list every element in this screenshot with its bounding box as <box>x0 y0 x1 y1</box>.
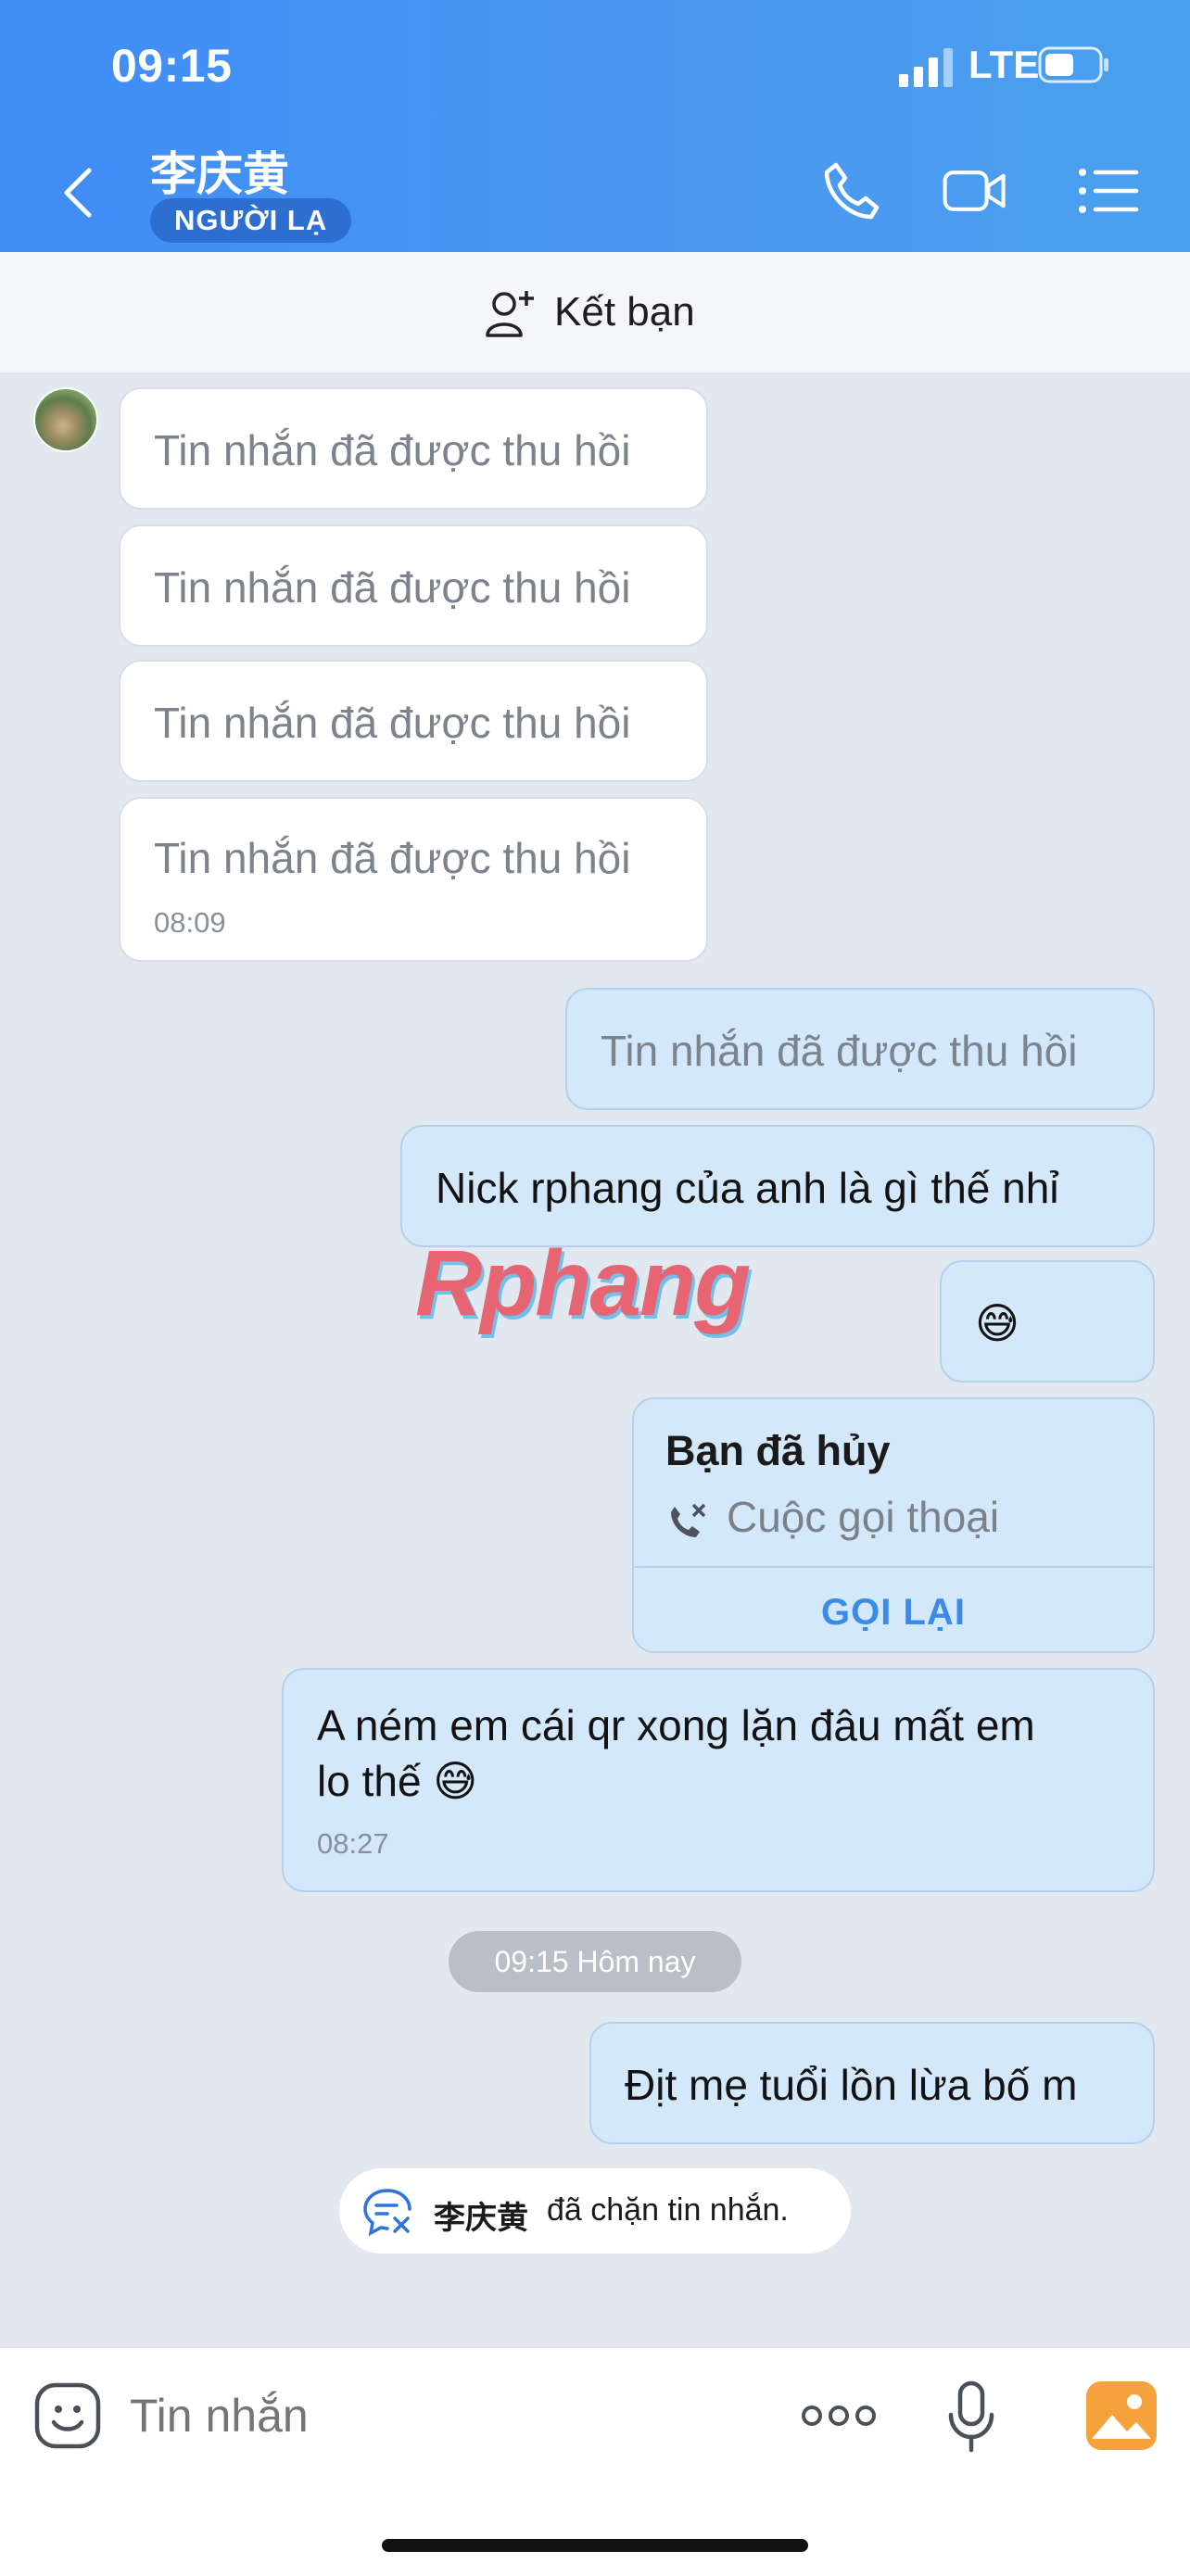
blocked-notice: 李庆黄 đã chặn tin nhắn. <box>339 2168 851 2254</box>
video-call-icon[interactable] <box>942 158 1008 224</box>
status-time: 09:15 <box>111 40 233 92</box>
call-type: Cuộc gọi thoại <box>727 1493 1000 1541</box>
contact-avatar[interactable] <box>33 387 98 452</box>
battery-icon <box>1038 46 1108 83</box>
call-back-button[interactable]: GỌI LẠI <box>634 1592 1153 1634</box>
phone-call-icon[interactable] <box>817 158 884 224</box>
date-divider: 09:15 Hôm nay <box>449 1931 741 1992</box>
back-icon[interactable] <box>57 163 98 222</box>
add-friend-label: Kết bạn <box>554 289 695 335</box>
message-outgoing[interactable]: A ném em cái qr xong lặn đâu mất em lo t… <box>282 1668 1155 1892</box>
message-text-line: A ném em cái qr xong lặn đâu mất em <box>317 1701 1035 1749</box>
message-composer <box>0 2346 1190 2576</box>
chat-header: 09:15 LTE 李庆黄 NGƯỜI LẠ <box>0 0 1190 252</box>
message-emoji: 😅 <box>975 1299 1019 1347</box>
add-friend-bar[interactable]: Kết bạn <box>0 252 1190 374</box>
more-options-icon[interactable] <box>801 2400 877 2431</box>
image-gallery-icon[interactable] <box>1086 2381 1157 2450</box>
call-status: Bạn đã hủy <box>665 1427 891 1474</box>
stranger-badge: NGƯỜI LẠ <box>150 198 352 243</box>
message-incoming[interactable]: Tin nhắn đã được thu hồi <box>119 660 708 782</box>
message-incoming[interactable]: Tin nhắn đã được thu hồi <box>119 524 708 647</box>
add-friend-icon <box>486 291 534 337</box>
message-text: Tin nhắn đã được thu hồi <box>154 563 631 612</box>
message-outgoing[interactable]: Nick rphang của anh là gì thế nhỉ <box>400 1125 1155 1247</box>
blocked-contact-name: 李庆黄 <box>434 2201 528 2236</box>
message-input[interactable] <box>130 2389 723 2443</box>
message-text-line: lo thế 😅 <box>317 1757 478 1805</box>
message-outgoing[interactable]: 😅 <box>940 1260 1155 1383</box>
message-time: 08:09 <box>154 906 226 939</box>
message-outgoing[interactable]: Địt mẹ tuổi lồn lừa bố m <box>589 2022 1155 2144</box>
blocked-message-icon <box>363 2189 411 2237</box>
message-text: Nick rphang của anh là gì thế nhỉ <box>436 1164 1059 1212</box>
divider <box>634 1566 1153 1568</box>
message-text: Tin nhắn đã được thu hồi <box>154 426 631 474</box>
call-card: Bạn đã hủy Cuộc gọi thoại GỌI LẠI <box>632 1397 1155 1653</box>
message-incoming[interactable]: Tin nhắn đã được thu hồi <box>119 387 708 510</box>
home-indicator <box>382 2539 808 2552</box>
network-type: LTE <box>968 43 1040 86</box>
message-text: Tin nhắn đã được thu hồi <box>154 834 631 882</box>
signal-icon <box>899 48 953 87</box>
message-text: Tin nhắn đã được thu hồi <box>154 699 631 747</box>
message-text: Địt mẹ tuổi lồn lừa bố m <box>625 2061 1078 2109</box>
menu-list-icon[interactable] <box>1075 158 1142 224</box>
message-incoming[interactable]: Tin nhắn đã được thu hồi 08:09 <box>119 797 708 962</box>
message-outgoing[interactable]: Tin nhắn đã được thu hồi <box>565 988 1155 1110</box>
watermark-logo: Rphang <box>415 1231 751 1335</box>
blocked-notice-text: đã chặn tin nhắn. <box>547 2192 789 2228</box>
microphone-icon[interactable] <box>947 2380 995 2454</box>
contact-name[interactable]: 李庆黄 <box>150 137 289 204</box>
missed-call-icon <box>671 1503 706 1537</box>
message-text: Tin nhắn đã được thu hồi <box>601 1027 1078 1075</box>
message-time: 08:27 <box>317 1827 389 1860</box>
sticker-emoji-icon[interactable] <box>33 2381 102 2450</box>
